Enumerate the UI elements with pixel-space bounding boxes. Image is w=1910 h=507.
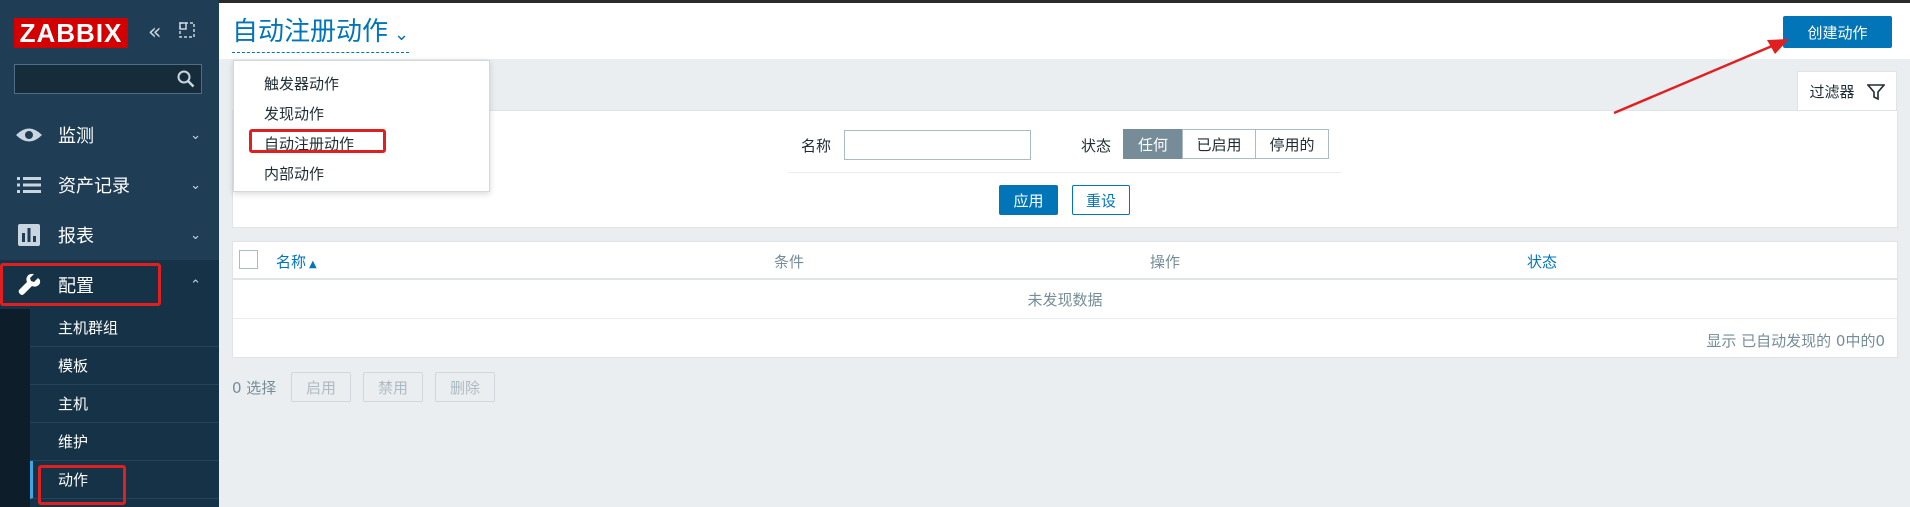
zabbix-logo[interactable]: ZABBIX — [14, 18, 128, 48]
filter-tab[interactable]: 过滤器 — [1797, 71, 1897, 111]
status-option-disabled[interactable]: 停用的 — [1255, 129, 1329, 159]
submenu-templates[interactable]: 模板 — [30, 347, 219, 385]
apply-button[interactable]: 应用 — [999, 185, 1058, 215]
menu-label: 报表 — [58, 226, 94, 247]
submenu-label: 维护 — [58, 433, 89, 451]
collapse-sidebar-icon[interactable]: « — [148, 20, 161, 45]
kiosk-mode-icon[interactable] — [179, 22, 195, 38]
list-icon — [14, 173, 44, 197]
page-header: 自动注册动作 ⌄ 创建动作 — [219, 0, 1910, 59]
column-name[interactable]: 名称 ▲ — [276, 251, 317, 272]
submenu-label: 主机 — [58, 395, 89, 413]
empty-message: 未发现数据 — [233, 280, 1897, 319]
sidebar-search-input[interactable] — [14, 64, 202, 94]
chevron-down-icon: ⌄ — [190, 177, 201, 193]
name-filter-input[interactable] — [844, 130, 1031, 160]
highlight-box — [0, 263, 161, 306]
status-option-any[interactable]: 任何 — [1123, 129, 1183, 159]
dropdown-item-internal-actions[interactable]: 内部动作 — [264, 163, 324, 184]
select-all-checkbox[interactable] — [239, 250, 258, 269]
actions-table: 名称 ▲ 条件 操作 状态 未发现数据 显示 已自动发现的 0中的0 — [232, 241, 1898, 358]
chevron-down-icon: ⌄ — [394, 24, 410, 45]
column-name-label: 名称 — [276, 253, 307, 271]
column-conditions: 条件 — [774, 253, 805, 271]
selected-count: 0 选择 — [232, 379, 277, 397]
report-icon — [14, 223, 44, 247]
highlight-box — [249, 129, 386, 153]
delete-button[interactable]: 删除 — [435, 372, 495, 402]
name-filter-label: 名称 — [801, 137, 832, 155]
dropdown-item-trigger-actions[interactable]: 触发器动作 — [264, 73, 339, 94]
chevron-down-icon: ⌄ — [190, 227, 201, 243]
submenu-maintenance[interactable]: 维护 — [30, 423, 219, 461]
sidebar: ZABBIX « 监测 ⌄ 资产记录 ⌄ 报表 ⌄ 配置 ⌃ 主机群组 模板 主… — [0, 0, 219, 507]
chevron-down-icon: ⌄ — [190, 127, 201, 143]
page-title: 自动注册动作 — [232, 17, 389, 47]
submenu-host-groups[interactable]: 主机群组 — [30, 309, 219, 347]
filter-divider — [788, 172, 1341, 173]
reset-button[interactable]: 重设 — [1072, 185, 1130, 215]
chevron-up-icon: ⌃ — [190, 277, 201, 293]
highlight-box — [38, 465, 126, 505]
eye-icon — [14, 123, 44, 147]
submenu-indent-bar — [0, 309, 30, 507]
column-status[interactable]: 状态 — [1527, 251, 1557, 272]
disable-button[interactable]: 禁用 — [363, 372, 423, 402]
submenu-label: 模板 — [58, 357, 89, 375]
filter-icon — [1866, 83, 1885, 100]
paging-summary: 显示 已自动发现的 0中的0 — [1706, 332, 1885, 350]
action-type-dropdown: 触发器动作 发现动作 自动注册动作 内部动作 — [233, 60, 490, 192]
dropdown-item-discovery-actions[interactable]: 发现动作 — [264, 103, 324, 124]
submenu-hosts[interactable]: 主机 — [30, 385, 219, 423]
menu-monitoring[interactable]: 监测 ⌄ — [0, 110, 219, 160]
status-option-enabled[interactable]: 已启用 — [1182, 129, 1256, 159]
page-title-dropdown[interactable]: 自动注册动作 ⌄ — [232, 15, 410, 53]
menu-label: 资产记录 — [58, 176, 130, 197]
submenu-label: 主机群组 — [58, 319, 119, 337]
search-icon[interactable] — [177, 70, 195, 88]
column-operations: 操作 — [1150, 253, 1181, 271]
sort-asc-icon: ▲ — [309, 259, 317, 270]
filter-tab-label: 过滤器 — [1809, 83, 1855, 101]
status-filter-label: 状态 — [1081, 137, 1112, 155]
menu-inventory[interactable]: 资产记录 ⌄ — [0, 160, 219, 210]
table-header: 名称 ▲ 条件 操作 状态 — [233, 242, 1897, 280]
create-action-button[interactable]: 创建动作 — [1783, 16, 1892, 48]
enable-button[interactable]: 启用 — [291, 372, 351, 402]
menu-reports[interactable]: 报表 ⌄ — [0, 210, 219, 260]
menu-label: 监测 — [58, 126, 94, 147]
